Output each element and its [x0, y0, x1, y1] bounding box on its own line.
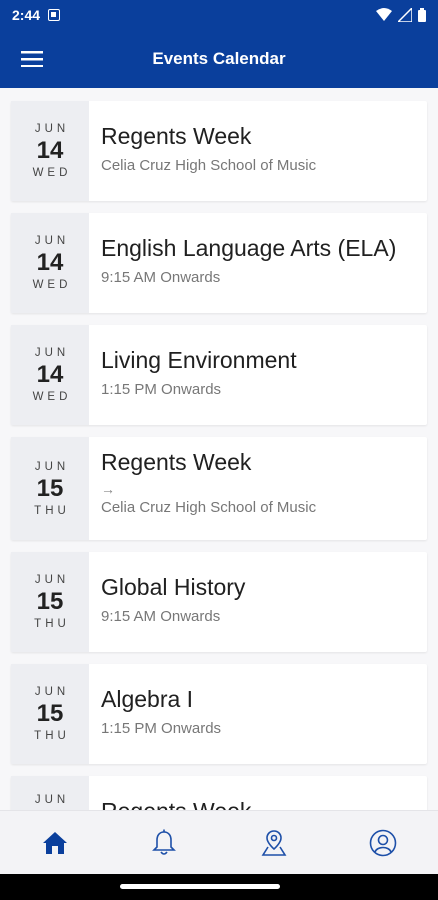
event-card[interactable]: JUN 15 THU Algebra I 1:15 PM Onwards [11, 664, 427, 764]
event-title: Algebra I [101, 686, 194, 712]
event-subtitle: 1:15 PM Onwards [101, 720, 222, 737]
menu-button[interactable] [0, 30, 64, 88]
event-weekday: WED [32, 391, 72, 403]
system-gesture-area [0, 874, 438, 900]
nav-profile[interactable] [353, 818, 413, 868]
event-card[interactable]: JUN Regents Week [11, 776, 427, 810]
nav-notifications[interactable] [134, 818, 194, 868]
hamburger-menu-icon [21, 51, 43, 67]
status-icons [376, 8, 426, 22]
event-month: JUN [34, 794, 70, 806]
event-day: 14 [36, 137, 64, 164]
nav-location[interactable] [244, 818, 304, 868]
event-card[interactable]: JUN 15 THU Regents Week → Celia Cruz Hig… [11, 437, 427, 540]
bell-icon [152, 829, 177, 855]
event-month: JUN [34, 347, 70, 359]
event-day: 14 [36, 249, 64, 276]
event-card[interactable]: JUN 14 WED Regents Week Celia Cruz High … [11, 101, 427, 201]
battery-icon [418, 8, 426, 22]
event-card[interactable]: JUN 14 WED English Language Arts (ELA) 9… [11, 213, 427, 313]
event-subtitle: Celia Cruz High School of Music [101, 157, 317, 174]
event-month: JUN [34, 460, 70, 473]
event-month: JUN [34, 235, 70, 247]
home-gesture-bar[interactable] [120, 884, 280, 889]
event-date: JUN 15 THU [11, 552, 89, 652]
event-date: JUN [11, 776, 89, 810]
event-date: JUN 14 WED [11, 325, 89, 425]
event-date: JUN 14 WED [11, 101, 89, 201]
event-subtitle: Celia Cruz High School of Music [101, 499, 317, 516]
event-date: JUN 15 THU [11, 437, 89, 540]
event-month: JUN [34, 686, 70, 698]
signal-icon [398, 8, 412, 22]
event-weekday: WED [32, 167, 72, 179]
bottom-navigation [0, 810, 438, 874]
notification-icon [48, 9, 61, 21]
event-month: JUN [34, 123, 70, 135]
event-weekday: THU [34, 618, 70, 630]
arrow-right-icon: → [101, 481, 115, 497]
nav-home[interactable] [25, 818, 85, 868]
event-date: JUN 14 WED [11, 213, 89, 313]
event-title: Global History [101, 574, 246, 600]
event-title: English Language Arts (ELA) [101, 235, 397, 261]
location-icon [261, 829, 287, 856]
page-title: Events Calendar [152, 49, 286, 68]
event-title: Regents Week [101, 123, 252, 149]
status-bar: 2:44 [0, 0, 438, 30]
event-subtitle: 1:15 PM Onwards [101, 381, 222, 398]
event-day: 15 [36, 700, 64, 727]
event-title: Regents Week [101, 449, 252, 475]
event-subtitle: 9:15 AM Onwards [101, 269, 221, 286]
wifi-icon [376, 8, 392, 21]
event-card[interactable]: JUN 14 WED Living Environment 1:15 PM On… [11, 325, 427, 425]
home-icon [42, 831, 67, 854]
event-title: Living Environment [101, 347, 297, 373]
event-date: JUN 15 THU [11, 664, 89, 764]
event-day: 15 [36, 474, 64, 502]
event-card[interactable]: JUN 15 THU Global History 9:15 AM Onward… [11, 552, 427, 652]
event-weekday: THU [34, 730, 70, 742]
profile-icon [369, 829, 397, 856]
event-day: 14 [36, 361, 64, 388]
event-title: Regents Week [101, 796, 427, 810]
event-weekday: WED [32, 279, 72, 291]
events-list[interactable]: JUN 14 WED Regents Week Celia Cruz High … [0, 88, 438, 810]
event-weekday: THU [34, 504, 70, 517]
status-time: 2:44 [12, 7, 41, 23]
event-day: 15 [36, 588, 64, 615]
event-subtitle: 9:15 AM Onwards [101, 608, 221, 625]
app-bar: Events Calendar [0, 30, 438, 88]
event-month: JUN [34, 574, 70, 586]
